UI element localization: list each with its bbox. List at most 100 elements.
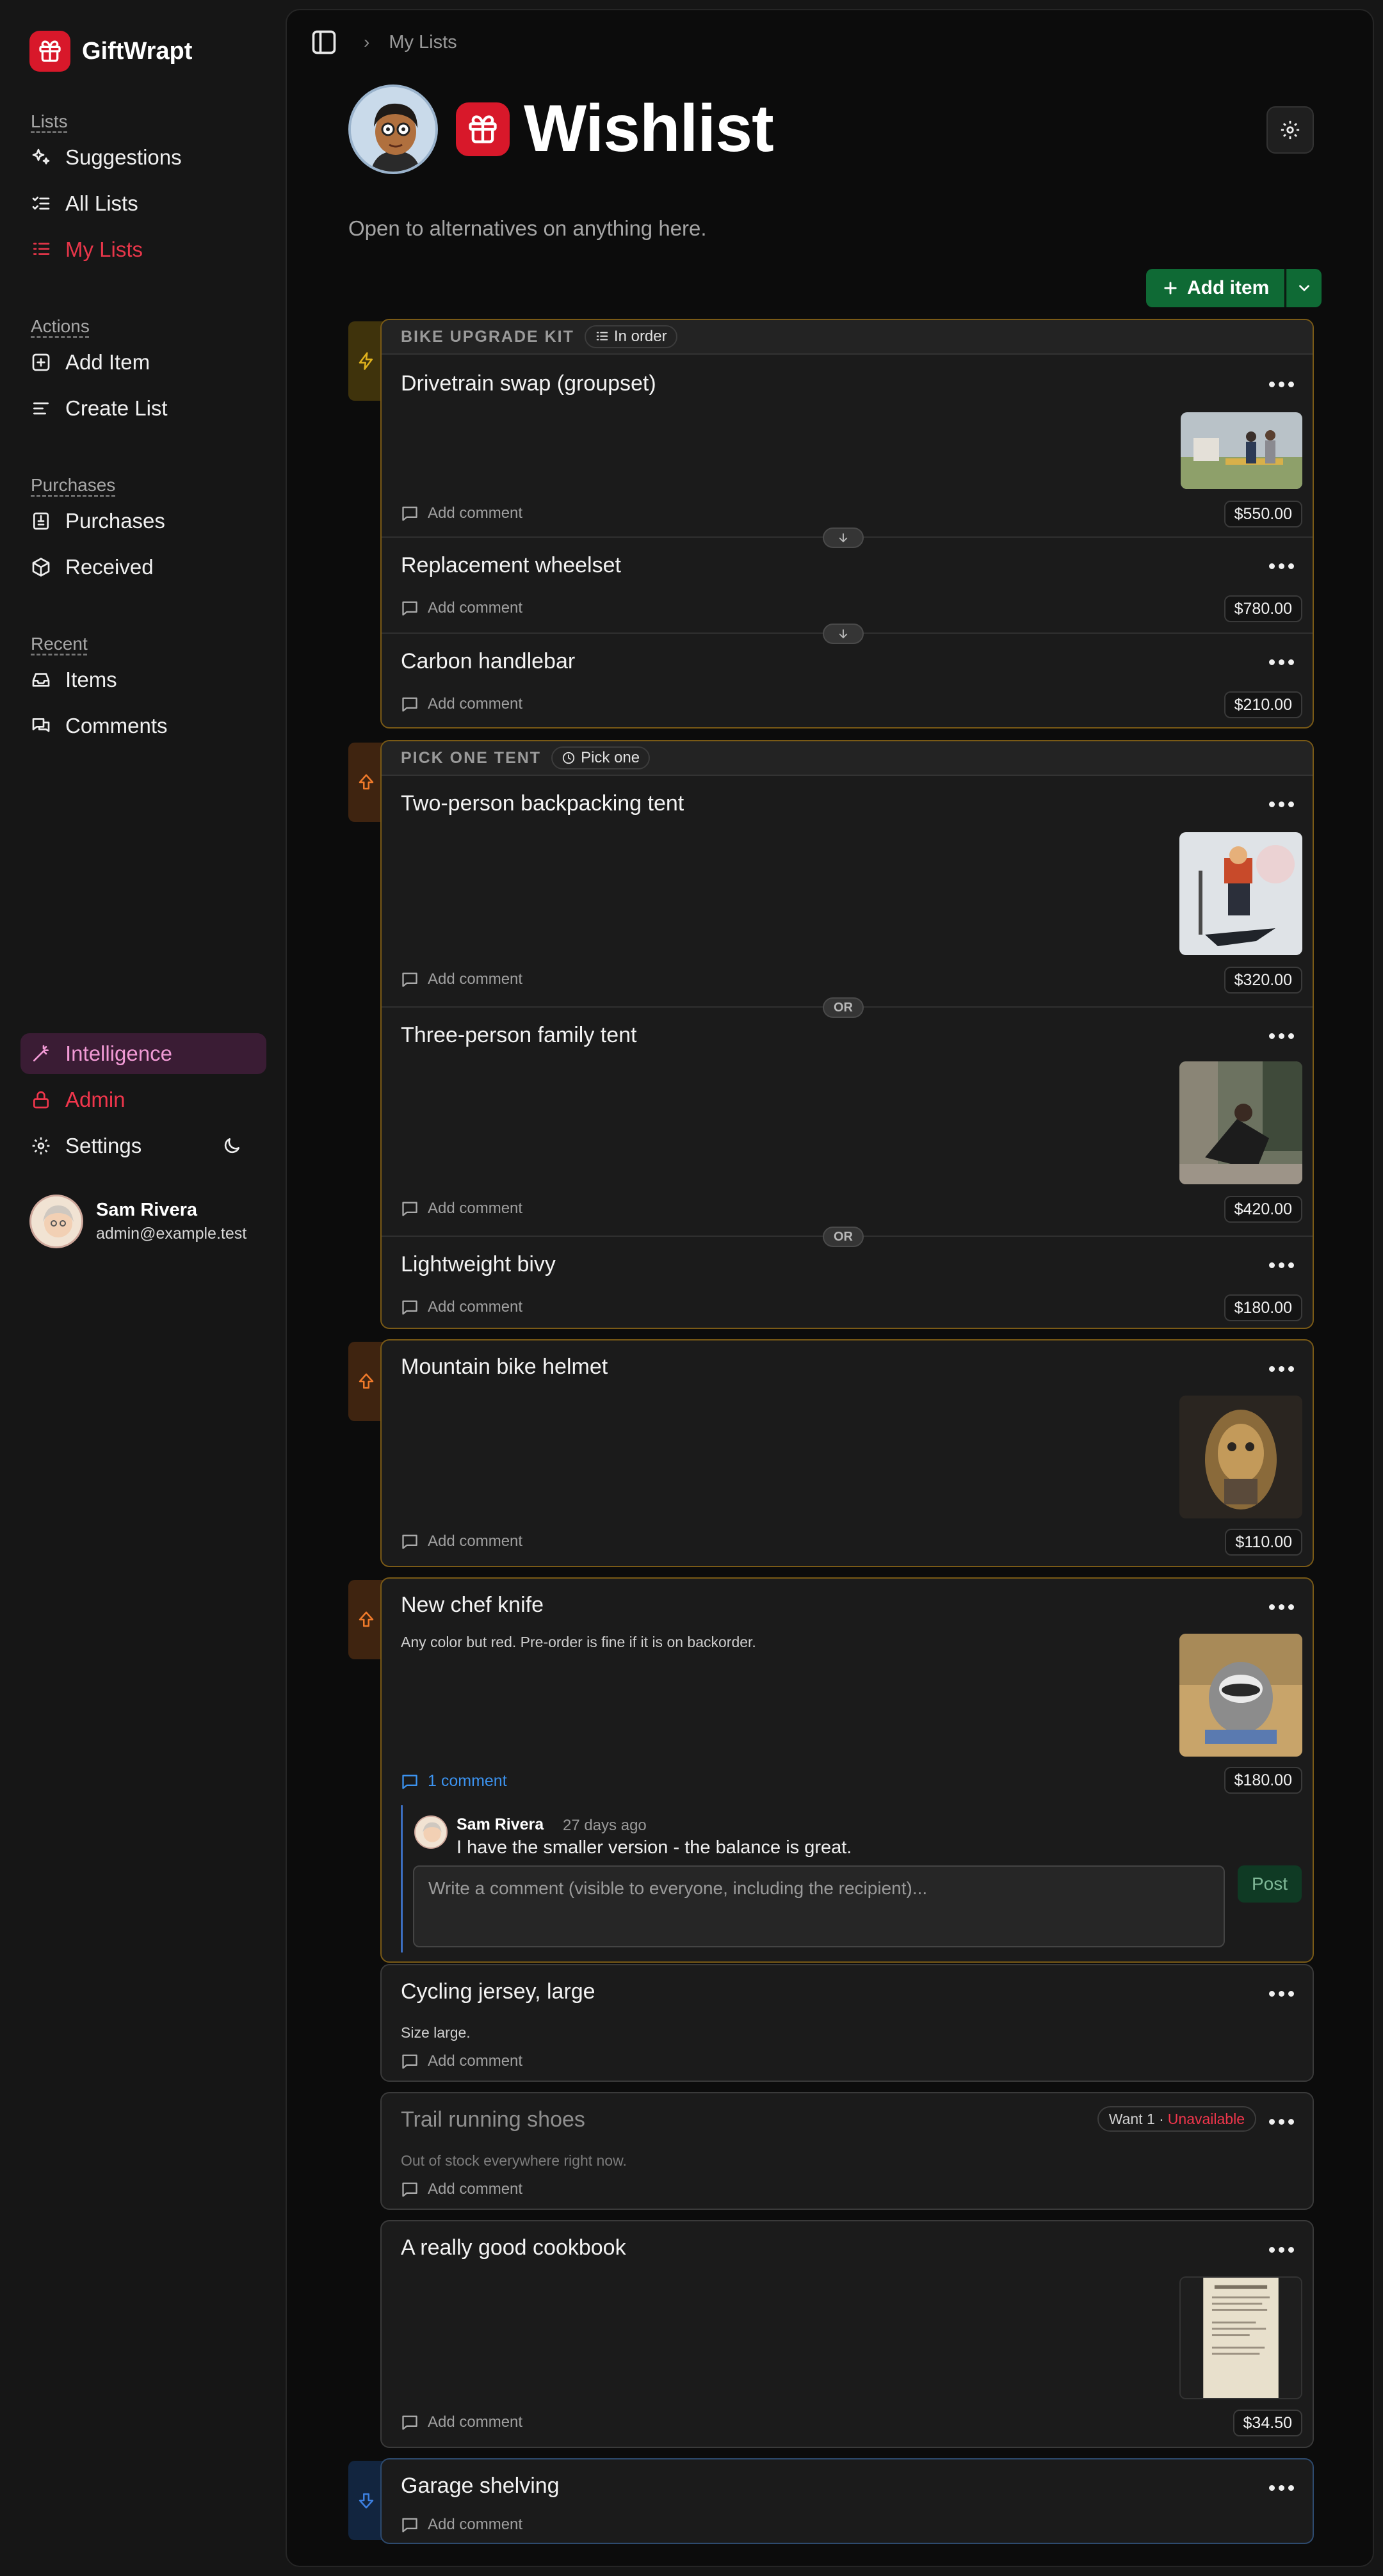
comment-icon xyxy=(402,697,417,712)
nav-label: Add Item xyxy=(65,350,150,374)
plus-square-icon xyxy=(32,353,50,371)
more-icon[interactable] xyxy=(1269,1031,1295,1041)
priority-tab[interactable] xyxy=(348,2461,384,2540)
comment-author: Sam Rivera xyxy=(457,1815,544,1833)
item-title[interactable]: A really good cookbook xyxy=(401,2235,626,2260)
nav-item-add-item[interactable]: Add Item xyxy=(31,339,168,385)
more-icon[interactable] xyxy=(1269,2116,1295,2127)
item-note: Any color but red. Pre-order is fine if … xyxy=(401,1634,756,1650)
item-note: Out of stock everywhere right now. xyxy=(401,2152,627,2169)
more-icon[interactable] xyxy=(1269,1364,1295,1374)
list-item: Lightweight bivy Add comment $180.00 xyxy=(382,1237,1313,1328)
nav-item-suggestions[interactable]: Suggestions xyxy=(31,134,182,181)
add-comment-button[interactable]: Add comment xyxy=(401,1200,522,1218)
item-title[interactable]: Carbon handlebar xyxy=(401,649,575,674)
add-comment-button[interactable]: Add comment xyxy=(401,1298,522,1316)
item-title[interactable]: New chef knife xyxy=(401,1593,544,1618)
comment-icon xyxy=(402,2054,417,2069)
add-comment-button[interactable]: Add comment xyxy=(401,695,522,713)
item-title[interactable]: Mountain bike helmet xyxy=(401,1355,608,1380)
list-description: Open to alternatives on anything here. xyxy=(348,216,707,240)
nav-item-comments[interactable]: Comments xyxy=(31,703,168,749)
nav-item-intelligence[interactable]: Intelligence xyxy=(20,1033,266,1074)
nav-item-all-lists[interactable]: All Lists xyxy=(31,181,182,227)
item-title[interactable]: Replacement wheelset xyxy=(401,553,621,578)
list-settings-button[interactable] xyxy=(1266,106,1314,154)
add-comment-button[interactable]: Add comment xyxy=(401,2052,522,2070)
nav-item-purchases[interactable]: Purchases xyxy=(31,498,165,544)
comment-input[interactable] xyxy=(413,1865,1225,1947)
item-price: $110.00 xyxy=(1225,1529,1302,1556)
more-icon[interactable] xyxy=(1269,379,1295,389)
nav-item-received[interactable]: Received xyxy=(31,544,165,590)
more-icon[interactable] xyxy=(1269,1260,1295,1270)
comments-count: 1 comment xyxy=(428,1772,507,1790)
nav-item-my-lists[interactable]: My Lists xyxy=(31,227,182,273)
priority-tab[interactable] xyxy=(348,1342,384,1421)
add-comment-label: Add comment xyxy=(428,1200,523,1217)
more-icon[interactable] xyxy=(1269,799,1295,809)
badge-label: Pick one xyxy=(581,749,640,766)
item-title[interactable]: Lightweight bivy xyxy=(401,1252,556,1277)
item-image xyxy=(1179,832,1302,955)
brand-name: GiftWrapt xyxy=(82,37,193,65)
add-comment-button[interactable]: Add comment xyxy=(401,1533,522,1550)
brand[interactable]: GiftWrapt xyxy=(29,31,192,72)
moon-icon[interactable] xyxy=(222,1136,242,1156)
priority-tab[interactable] xyxy=(348,743,384,822)
sidebar-toggle-icon[interactable] xyxy=(310,28,338,56)
nav-item-items[interactable]: Items xyxy=(31,657,168,703)
more-icon[interactable] xyxy=(1269,2244,1295,2255)
add-comment-label: Add comment xyxy=(428,1298,523,1316)
nav-item-create-list[interactable]: Create List xyxy=(31,385,168,431)
breadcrumb-my-lists[interactable]: My Lists xyxy=(389,32,457,53)
more-icon[interactable] xyxy=(1269,657,1295,667)
more-icon[interactable] xyxy=(1269,561,1295,571)
list-owner-avatar xyxy=(348,85,438,174)
package-icon xyxy=(32,558,50,577)
add-item-button[interactable]: Add item xyxy=(1146,269,1285,307)
item-title[interactable]: Garage shelving xyxy=(401,2474,560,2499)
item-title[interactable]: Drivetrain swap (groupset) xyxy=(401,371,656,396)
add-item-menu-button[interactable] xyxy=(1286,269,1322,307)
list-ordered-icon xyxy=(596,332,608,341)
post-comment-button[interactable]: Post xyxy=(1238,1865,1302,1903)
lock-icon xyxy=(33,1091,49,1109)
comment-icon xyxy=(402,506,417,521)
page-title: Wishlist xyxy=(524,92,774,166)
gear-icon xyxy=(1281,120,1300,140)
comment-icon xyxy=(402,601,417,616)
comment-icon xyxy=(402,2518,417,2532)
nav-item-settings[interactable]: Settings xyxy=(20,1125,266,1166)
nav-label: All Lists xyxy=(65,191,138,215)
nav-item-admin[interactable]: Admin xyxy=(20,1079,266,1120)
item-title[interactable]: Three-person family tent xyxy=(401,1023,637,1048)
item-title[interactable]: Cycling jersey, large xyxy=(401,1979,595,2004)
comments-toggle[interactable]: 1 comment xyxy=(401,1772,507,1791)
add-comment-button[interactable]: Add comment xyxy=(401,599,522,617)
nav-heading-actions: Actions xyxy=(31,316,90,336)
item-image xyxy=(1179,1634,1302,1757)
add-comment-button[interactable]: Add comment xyxy=(401,2413,522,2431)
comment-icon xyxy=(402,1202,417,1216)
priority-tab[interactable] xyxy=(348,321,384,401)
item-price: $210.00 xyxy=(1224,691,1302,718)
nav-heading-lists: Lists xyxy=(31,111,68,131)
add-comment-label: Add comment xyxy=(428,970,523,988)
item-title[interactable]: Two-person backpacking tent xyxy=(401,791,684,816)
add-comment-button[interactable]: Add comment xyxy=(401,970,522,988)
more-icon[interactable] xyxy=(1269,1602,1295,1612)
user-menu[interactable]: Sam Rivera admin@example.test xyxy=(29,1195,247,1248)
list-item: Drivetrain swap (groupset) Add comment $… xyxy=(382,355,1313,536)
breadcrumb: › My Lists xyxy=(310,27,457,58)
priority-tab[interactable] xyxy=(348,1580,384,1659)
add-comment-button[interactable]: Add comment xyxy=(401,2180,522,2198)
item-title[interactable]: Trail running shoes xyxy=(401,2107,585,2132)
add-comment-button[interactable]: Add comment xyxy=(401,504,522,522)
more-icon[interactable] xyxy=(1269,1988,1295,1999)
sparkles-icon xyxy=(32,149,50,165)
more-icon[interactable] xyxy=(1269,2483,1295,2493)
nav-label: My Lists xyxy=(65,237,143,261)
list-item: Replacement wheelset Add comment $780.00 xyxy=(382,538,1313,634)
add-comment-button[interactable]: Add comment xyxy=(401,2516,522,2534)
